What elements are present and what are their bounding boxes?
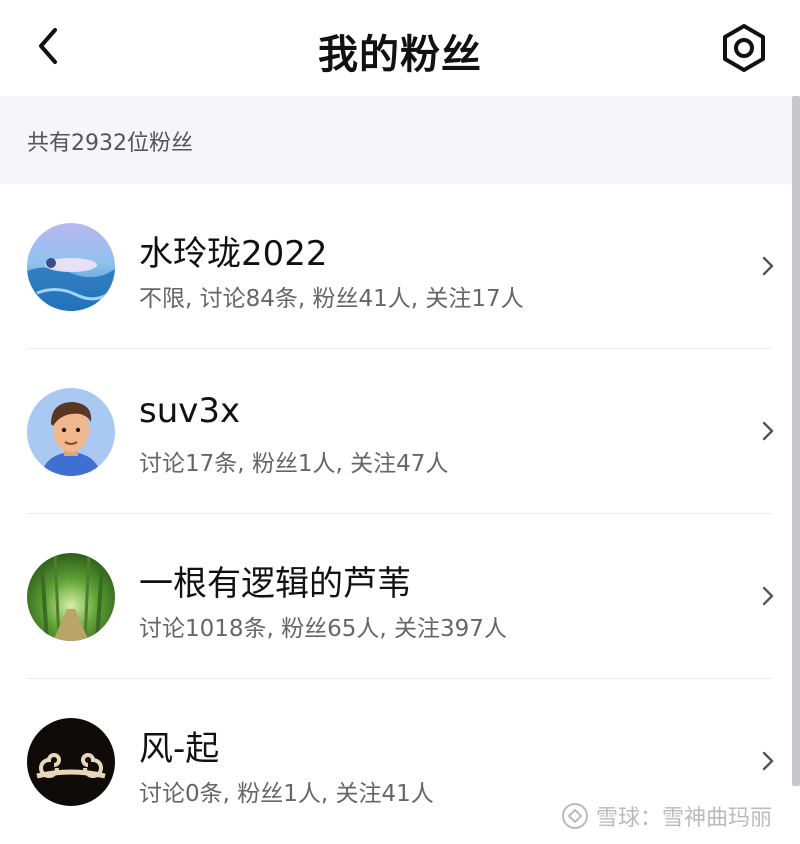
fan-list: 水玲珑2022 不限, 讨论84条, 粉丝41人, 关注17人 suv3x 讨论…: [0, 184, 792, 844]
ocean-swimmer-avatar: [27, 223, 115, 311]
watermark: 雪球：雪神曲玛丽: [560, 800, 772, 832]
top-bar: 我的粉丝: [0, 0, 800, 96]
fan-stats: 讨论1018条, 粉丝65人, 关注397人: [139, 616, 507, 642]
gear-icon: [723, 24, 765, 72]
fan-name: 水玲珑2022: [139, 234, 328, 274]
fan-stats: 讨论17条, 粉丝1人, 关注47人: [139, 451, 449, 477]
settings-button[interactable]: [716, 20, 772, 76]
chevron-right-icon: [762, 586, 774, 606]
fan-count-text: 共有2932位粉丝: [27, 131, 193, 156]
fan-count-bar: 共有2932位粉丝: [0, 96, 800, 184]
fan-stats: 讨论0条, 粉丝1人, 关注41人: [139, 781, 434, 807]
scrollbar[interactable]: [792, 96, 800, 786]
chevron-right-icon: [762, 751, 774, 771]
chevron-right-icon: [762, 421, 774, 441]
swirl-cloud-avatar: [27, 718, 115, 806]
list-item[interactable]: 水玲珑2022 不限, 讨论84条, 粉丝41人, 关注17人: [0, 184, 792, 349]
list-item[interactable]: 一根有逻辑的芦苇 讨论1018条, 粉丝65人, 关注397人: [0, 514, 792, 679]
cartoon-man-avatar: [27, 388, 115, 476]
watermark-text: 雪球：雪神曲玛丽: [596, 806, 773, 831]
snowball-logo-icon: [562, 803, 588, 829]
chevron-right-icon: [762, 256, 774, 276]
fan-stats: 不限, 讨论84条, 粉丝41人, 关注17人: [139, 286, 524, 312]
fan-name: 一根有逻辑的芦苇: [139, 564, 411, 604]
bamboo-forest-avatar: [27, 553, 115, 641]
list-item[interactable]: suv3x 讨论17条, 粉丝1人, 关注47人: [0, 349, 792, 514]
fan-name: suv3x: [139, 391, 241, 431]
page-title: 我的粉丝: [318, 32, 482, 78]
fan-name: 风-起: [139, 729, 220, 769]
